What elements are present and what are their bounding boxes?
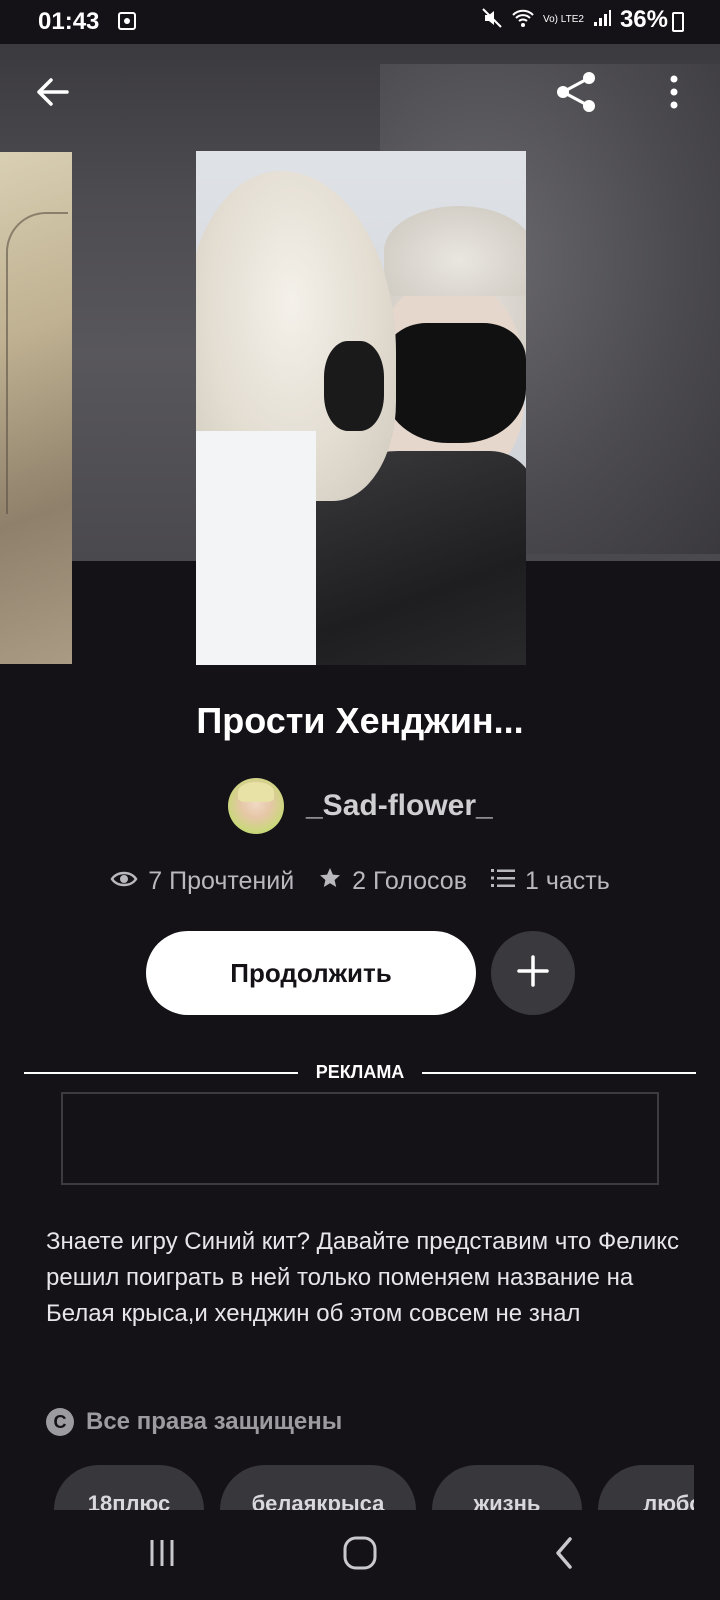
recents-button[interactable]: [132, 1530, 192, 1580]
more-vertical-icon: [669, 75, 679, 114]
share-button[interactable]: [553, 70, 601, 118]
signal-icon: [592, 8, 612, 33]
tags-list: 18плюс белаякрыса жизнь любо: [54, 1465, 694, 1510]
back-button[interactable]: [28, 70, 76, 118]
votes-stat: 2 Голосов: [318, 866, 467, 897]
tag-chip[interactable]: белаякрыса: [220, 1465, 416, 1510]
story-stats: 7 Прочтений 2 Голосов 1 часть: [0, 866, 720, 897]
eye-icon: [110, 868, 138, 896]
add-to-library-button[interactable]: [491, 931, 575, 1015]
more-options-button[interactable]: [650, 70, 698, 118]
story-description: Знаете игру Синий кит? Давайте представи…: [46, 1228, 680, 1327]
arrow-left-icon: [35, 77, 69, 112]
battery-icon: [672, 12, 684, 32]
tag-chip[interactable]: 18плюс: [54, 1465, 204, 1510]
home-icon: [342, 1535, 378, 1576]
system-back-button[interactable]: [534, 1530, 594, 1580]
copyright-row: C Все права защищены: [46, 1408, 342, 1436]
chevron-left-icon: [552, 1535, 576, 1576]
system-nav-bar: [0, 1510, 720, 1600]
battery-percent: 36%: [619, 6, 668, 33]
story-title: Прости Хенджин...: [196, 700, 524, 741]
author-name[interactable]: _Sad-flower_: [306, 789, 493, 823]
reads-count: 7 Прочтений: [148, 867, 295, 895]
home-button[interactable]: [330, 1530, 390, 1580]
parts-count: 1 часть: [524, 867, 610, 895]
mute-icon: [481, 7, 503, 34]
recents-icon: [146, 1537, 178, 1574]
ad-divider: РЕКЛАМА: [24, 1062, 696, 1086]
plus-icon: [516, 949, 550, 997]
status-indicators: Vo) LTE2 36%: [481, 6, 668, 34]
ad-slot[interactable]: [61, 1092, 659, 1185]
wifi-icon: [511, 8, 535, 33]
continue-reading-button[interactable]: Продолжить: [146, 931, 476, 1015]
author-link[interactable]: _Sad-flower_: [228, 778, 493, 834]
previous-story-cover[interactable]: [0, 152, 72, 664]
reads-stat: 7 Прочтений: [110, 866, 294, 897]
status-time: 01:43: [38, 8, 100, 35]
status-bar: 01:43 Vo) LTE2 36%: [0, 0, 720, 44]
share-icon: [555, 70, 599, 119]
list-icon: [490, 867, 515, 896]
tag-chip[interactable]: любо: [598, 1465, 694, 1510]
story-cover[interactable]: [196, 151, 526, 665]
star-icon: [318, 866, 342, 897]
copyright-label: Все права защищены: [86, 1408, 343, 1435]
copyright-icon: C: [46, 1408, 74, 1436]
parts-stat: 1 часть: [490, 866, 610, 897]
tag-chip[interactable]: жизнь: [432, 1465, 582, 1510]
network-label: Vo) LTE2: [543, 14, 584, 25]
votes-count: 2 Голосов: [352, 867, 467, 895]
author-avatar[interactable]: [228, 778, 284, 834]
notification-icon: [118, 12, 136, 30]
